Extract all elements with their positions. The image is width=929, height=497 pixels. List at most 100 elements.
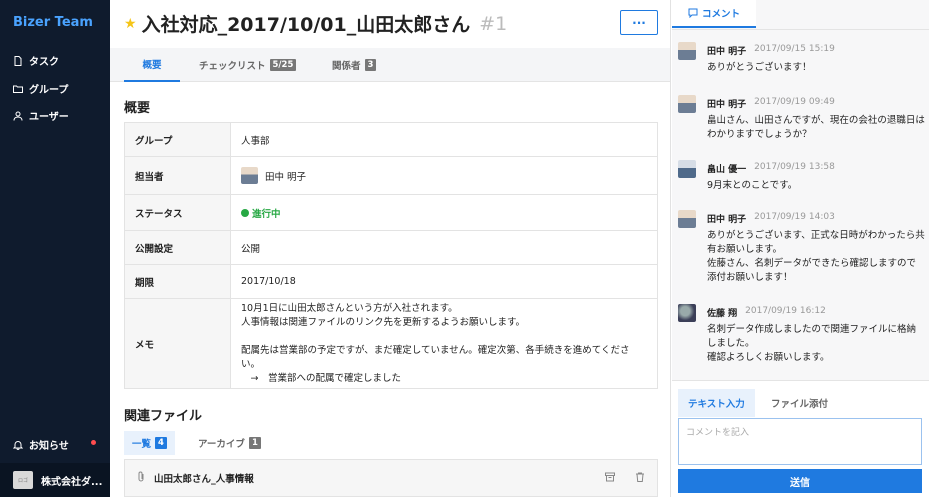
archive-icon[interactable] bbox=[605, 472, 615, 485]
sidebar-item-groups[interactable]: グループ bbox=[13, 81, 68, 96]
overview-row-status: ステータス 進行中 bbox=[124, 194, 658, 231]
overview-row-visibility: 公開設定 公開 bbox=[124, 230, 658, 265]
comment-author[interactable]: 田中 明子 bbox=[707, 212, 746, 225]
comment-author[interactable]: 畠山 優一 bbox=[707, 162, 746, 175]
trash-icon[interactable] bbox=[635, 472, 645, 485]
task-title-row: ★ 入社対応_2017/10/01_山田太郎さん #1 bbox=[124, 10, 507, 37]
tab-count-badge: 5/25 bbox=[269, 59, 297, 71]
sidebar-item-tasks[interactable]: タスク bbox=[13, 53, 59, 68]
sidebar-item-label: ユーザー bbox=[29, 112, 69, 123]
avatar bbox=[678, 42, 696, 60]
paperclip-icon bbox=[137, 471, 146, 485]
tab-text-input[interactable]: テキスト入力 bbox=[678, 389, 755, 417]
divider bbox=[672, 29, 929, 30]
task-title: 入社対応_2017/10/01_山田太郎さん bbox=[141, 14, 471, 36]
row-key: ステータス bbox=[124, 194, 231, 231]
tab-file-list[interactable]: 一覧 4 bbox=[124, 431, 175, 455]
tab-count-badge: 3 bbox=[364, 59, 377, 71]
overview-heading: 概要 bbox=[124, 101, 151, 116]
avatar bbox=[678, 160, 696, 178]
status-cell[interactable]: 進行中 bbox=[230, 194, 658, 231]
row-key: メモ bbox=[124, 298, 231, 389]
group-value[interactable]: 人事部 bbox=[230, 122, 658, 157]
tab-label: 概要 bbox=[142, 60, 162, 71]
row-key: 公開設定 bbox=[124, 230, 231, 265]
comment-time: 2017/09/19 13:58 bbox=[754, 162, 835, 172]
comment-time: 2017/09/19 16:12 bbox=[745, 306, 826, 316]
tab-file-attach[interactable]: ファイル添付 bbox=[761, 389, 838, 417]
avatar bbox=[678, 95, 696, 113]
visibility-value[interactable]: 公開 bbox=[230, 230, 658, 265]
company-switcher[interactable]: ロゴ 株式会社ダ... bbox=[0, 463, 110, 497]
task-id: #1 bbox=[479, 12, 508, 35]
star-icon[interactable]: ★ bbox=[124, 16, 137, 32]
company-logo: ロゴ bbox=[13, 471, 33, 489]
tab-checklist[interactable]: チェックリスト 5/25 bbox=[199, 48, 297, 82]
company-name: 株式会社ダ... bbox=[41, 476, 103, 488]
comment-composer: テキスト入力 ファイル添付 送信 bbox=[672, 380, 929, 497]
files-heading: 関連ファイル bbox=[124, 409, 203, 424]
assignee-name: 田中 明子 bbox=[265, 171, 307, 183]
send-button[interactable]: 送信 bbox=[678, 469, 922, 493]
sidebar-item-users[interactable]: ユーザー bbox=[13, 108, 69, 123]
file-row[interactable]: 山田太郎さん_人事情報 bbox=[124, 459, 658, 497]
sidebar-item-label: グループ bbox=[29, 85, 69, 96]
tab-overview[interactable]: 概要 bbox=[124, 48, 180, 82]
notifications-item[interactable]: お知らせ bbox=[13, 437, 96, 452]
overview-row-assignee: 担当者 田中 明子 bbox=[124, 156, 658, 195]
comment-time: 2017/09/15 15:19 bbox=[754, 44, 835, 54]
brand-logo[interactable]: Bizer Team bbox=[13, 15, 93, 30]
task-tabs: 概要 チェックリスト 5/25 関係者 3 bbox=[110, 48, 670, 82]
row-key: 担当者 bbox=[124, 156, 231, 195]
more-options-button[interactable]: ··· bbox=[620, 10, 658, 35]
tab-count-badge: 4 bbox=[155, 437, 167, 449]
comment-text: 名刺データ作成しましたので関連ファイルに格納しました。 確認よろしくお願いします… bbox=[707, 324, 917, 363]
avatar bbox=[678, 210, 696, 228]
comment-input[interactable] bbox=[678, 418, 922, 465]
sidebar-item-label: タスク bbox=[29, 57, 59, 68]
file-name[interactable]: 山田太郎さん_人事情報 bbox=[154, 471, 585, 485]
user-icon bbox=[13, 111, 23, 121]
avatar bbox=[241, 167, 258, 184]
memo-line: → 営業部への配属で確定しました bbox=[241, 372, 401, 384]
document-icon bbox=[14, 55, 22, 66]
memo-line bbox=[241, 330, 647, 344]
comment-author[interactable]: 田中 明子 bbox=[707, 97, 746, 110]
row-key: グループ bbox=[124, 122, 231, 157]
memo-line: 10月1日に山田太郎さんという方が入社されます。 bbox=[241, 302, 458, 314]
tab-label: 一覧 bbox=[132, 439, 152, 450]
overview-row-group: グループ 人事部 bbox=[124, 122, 658, 157]
folder-icon bbox=[13, 85, 23, 93]
tab-label: アーカイブ bbox=[198, 439, 245, 450]
overview-row-memo: メモ 10月1日に山田太郎さんという方が入社されます。 人事情報は関連ファイルの… bbox=[124, 298, 658, 389]
tab-members[interactable]: 関係者 3 bbox=[332, 48, 377, 82]
tab-count-badge: 1 bbox=[248, 437, 261, 449]
comment-text: ありがとうございます！ bbox=[707, 62, 812, 73]
memo-line: 人事情報は関連ファイルのリンク先を更新するようお願いします。 bbox=[241, 316, 526, 328]
due-date-value[interactable]: 2017/10/18 bbox=[230, 264, 658, 299]
comment-icon bbox=[688, 8, 698, 18]
comment-author[interactable]: 佐藤 翔 bbox=[707, 306, 737, 319]
tab-label: コメント bbox=[701, 9, 740, 20]
memo-value[interactable]: 10月1日に山田太郎さんという方が入社されます。 人事情報は関連ファイルのリンク… bbox=[230, 298, 658, 389]
comments-panel: コメント 田中 明子 2017/09/15 15:19 ありがとうございます！ 田… bbox=[672, 0, 929, 497]
tab-file-archive[interactable]: アーカイブ 1 bbox=[190, 431, 269, 455]
overview-row-due: 期限 2017/10/18 bbox=[124, 264, 658, 299]
status-badge: 進行中 bbox=[252, 208, 281, 220]
memo-line: 配属先は営業部の予定ですが、まだ確定していません。確定次第、各手続きを進めてくだ… bbox=[241, 344, 630, 370]
assignee-cell[interactable]: 田中 明子 bbox=[230, 156, 658, 195]
avatar bbox=[678, 304, 696, 322]
comment-author[interactable]: 田中 明子 bbox=[707, 44, 746, 57]
sidebar: Bizer Team タスク グループ ユーザー お知らせ ロゴ 株式会社ダ..… bbox=[0, 0, 110, 497]
row-key: 期限 bbox=[124, 264, 231, 299]
notifications-label: お知らせ bbox=[29, 441, 69, 452]
comment-text: ありがとうございます、正式な日時がわかったら共有お願いします。 佐藤さん、名刺デ… bbox=[707, 230, 925, 283]
comment-text: 9月末とのことです。 bbox=[707, 180, 798, 191]
comment-time: 2017/09/19 14:03 bbox=[754, 212, 835, 222]
task-detail: ★ 入社対応_2017/10/01_山田太郎さん #1 ··· 概要 チェックリ… bbox=[110, 0, 671, 497]
comment-time: 2017/09/19 09:49 bbox=[754, 97, 835, 107]
file-tabs: 一覧 4 アーカイブ 1 bbox=[124, 431, 658, 455]
comment-text: 畠山さん、山田さんですが、現在の会社の退職日はわかりますでしょうか？ bbox=[707, 115, 925, 140]
tab-label: チェックリスト bbox=[199, 61, 266, 72]
tab-comments[interactable]: コメント bbox=[672, 0, 756, 28]
